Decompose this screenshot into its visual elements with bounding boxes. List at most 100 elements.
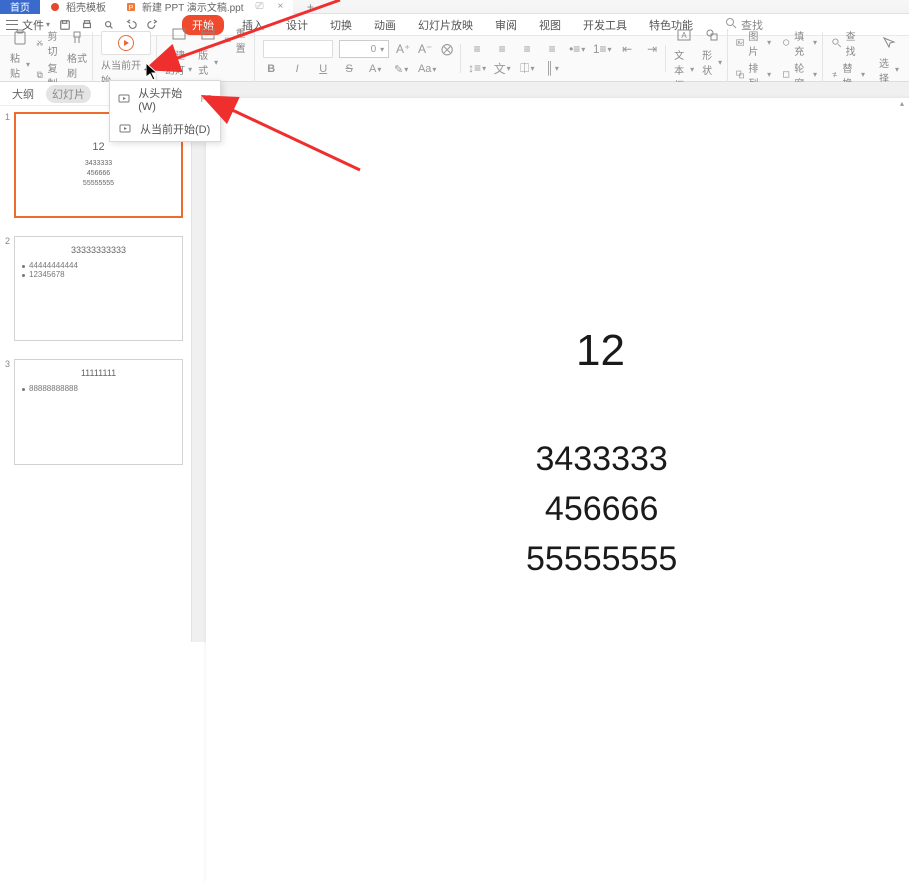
underline-icon[interactable]: U [315, 61, 331, 77]
undo-icon[interactable] [124, 18, 138, 32]
play-from-current[interactable]: 从当前开始(D) [110, 117, 220, 141]
ribbon-body: 粘贴▾ 剪切 复制 格式刷 从当前开始▾ 新建幻灯片▾ [0, 36, 909, 82]
textbox-icon[interactable]: A [674, 25, 694, 45]
group-object: 图片▾ 填充▾ 排列▾ 轮廓▾ [730, 28, 823, 90]
select-icon[interactable] [879, 33, 899, 53]
align-left-icon[interactable]: ≡ [469, 41, 485, 57]
thumb-title: 11111111 [81, 368, 116, 378]
play-from-start-label: 从头开始(W) [138, 85, 192, 113]
find-button[interactable]: 查找 [831, 28, 865, 58]
stage-scrollbar[interactable]: ▴ [897, 98, 907, 638]
thumb-body: 3433333 456666 55555555 [83, 159, 114, 189]
columns-icon[interactable]: ║▾ [544, 60, 560, 76]
group-font: 0▾ A⁺ A⁻ ⨂ B I U S A▾ ✎▾ Aa▾ [257, 40, 461, 77]
font-grow-icon[interactable]: A⁺ [395, 41, 411, 57]
strike-icon[interactable]: S [341, 61, 357, 77]
tab-document[interactable]: P 新建 PPT 演示文稿.ppt ⎚ × [116, 0, 293, 14]
play-from-start-shortcut: F5 [200, 94, 212, 105]
ribbon-tab-dev[interactable]: 开发工具 [579, 15, 631, 35]
ribbon-tab-animation[interactable]: 动画 [370, 15, 400, 35]
paste-label: 粘贴▾ [10, 50, 30, 80]
change-case-icon[interactable]: Aa▾ [419, 61, 435, 77]
shapes-icon[interactable] [702, 25, 722, 45]
play-dropdown-menu: 从头开始(W) F5 从当前开始(D) [109, 80, 221, 142]
svg-text:P: P [129, 5, 134, 12]
align-text-icon[interactable]: ⎅▾ [519, 60, 535, 76]
ribbon-tab-design[interactable]: 设计 [282, 15, 312, 35]
font-shrink-icon[interactable]: A⁻ [417, 41, 433, 57]
group-clipboard: 粘贴▾ 剪切 复制 格式刷 [4, 28, 93, 90]
text-direction-icon[interactable]: 文▾ [494, 60, 510, 76]
thumb-body: 88888888888 [15, 384, 182, 393]
section-button[interactable]: 重置 [224, 25, 249, 55]
bullets-icon[interactable]: •≡▾ [569, 41, 585, 57]
ribbon-tab-view[interactable]: 视图 [535, 15, 565, 35]
layout-label: 版式▾ [198, 47, 218, 77]
group-find: 查找 替换▾ [825, 28, 871, 90]
thumb-number: 2 [2, 236, 10, 342]
tab-document-label: 新建 PPT 演示文稿.ppt [142, 0, 244, 14]
outline-tab-outline[interactable]: 大纲 [6, 85, 40, 103]
align-justify-icon[interactable]: ≡ [544, 41, 560, 57]
ribbon-tabs: 开始 插入 设计 切换 动画 幻灯片放映 审阅 视图 开发工具 特色功能 [182, 15, 697, 35]
add-tab-button[interactable]: + [305, 2, 315, 12]
play-from-start[interactable]: 从头开始(W) F5 [110, 81, 220, 117]
redo-icon[interactable] [146, 18, 160, 32]
line-spacing-icon[interactable]: ↕≡▾ [469, 60, 485, 76]
outline-tab-thumbs[interactable]: 幻灯片 [46, 85, 91, 103]
slide-body[interactable]: 3433333 456666 55555555 [526, 434, 677, 584]
italic-icon[interactable]: I [289, 61, 305, 77]
thumb-body: 44444444444 12345678 [15, 261, 182, 279]
thumb-number: 3 [2, 359, 10, 465]
thumb-slide-3[interactable]: 11111111 88888888888 [14, 359, 183, 465]
ribbon-tab-slideshow[interactable]: 幻灯片放映 [414, 15, 477, 35]
bold-icon[interactable]: B [263, 61, 279, 77]
indent-dec-icon[interactable]: ⇤ [619, 41, 635, 57]
ribbon-tab-transition[interactable]: 切换 [326, 15, 356, 35]
clear-formatting-icon[interactable]: ⨂ [439, 41, 455, 57]
duke-icon [50, 2, 60, 12]
indent-inc-icon[interactable]: ⇥ [644, 41, 660, 57]
tab-home[interactable]: 首页 [0, 0, 40, 14]
layout-icon[interactable] [198, 25, 218, 45]
ribbon-tab-review[interactable]: 审阅 [491, 15, 521, 35]
play-button[interactable] [101, 31, 151, 55]
picture-button[interactable]: 图片▾ 填充▾ [736, 28, 817, 58]
outline-panel: 大纲 幻灯片 1 12 3433333 456666 55555555 2 [0, 82, 192, 642]
align-center-icon[interactable]: ≡ [494, 41, 510, 57]
scroll-up-icon[interactable]: ▴ [897, 98, 907, 108]
ppt-orange-icon: P [126, 2, 136, 12]
thumb-slot: 2 33333333333 44444444444 12345678 [2, 236, 183, 342]
preview-icon[interactable] [102, 18, 116, 32]
monitor-play-icon [118, 92, 130, 106]
slide-stage[interactable]: 12 3433333 456666 55555555 ▴ [192, 82, 909, 642]
font-size-combo[interactable]: 0▾ [339, 40, 389, 58]
window-tab-strip: 首页 稻壳模板 P 新建 PPT 演示文稿.ppt ⎚ × + [0, 0, 909, 14]
align-right-icon[interactable]: ≡ [519, 41, 535, 57]
tab-template[interactable]: 稻壳模板 [40, 0, 116, 14]
group-play: 从当前开始▾ [95, 31, 157, 87]
paste-icon[interactable] [10, 28, 30, 48]
thumb-slot: 3 11111111 88888888888 [2, 359, 183, 465]
highlight-icon[interactable]: ✎▾ [393, 61, 409, 77]
tab-home-label: 首页 [10, 0, 30, 14]
thumb-title: 12 [92, 141, 104, 153]
thumbnail-list[interactable]: 1 12 3433333 456666 55555555 2 333333333… [0, 106, 191, 642]
newslide-icon[interactable] [169, 25, 189, 45]
font-color-icon[interactable]: A▾ [367, 61, 383, 77]
group-paragraph: ≡ ≡ ≡ ≡ •≡▾ 1≡▾ ⇤ ⇥ ↕≡▾ 文▾ ⎅▾ ║▾ [463, 41, 666, 76]
play-from-current-label: 从当前开始(D) [140, 121, 210, 137]
formatbrush-icon[interactable] [67, 28, 87, 48]
formatbrush-label: 格式刷 [67, 50, 87, 80]
svg-text:A: A [682, 31, 688, 40]
current-slide[interactable]: 12 3433333 456666 55555555 [206, 98, 909, 882]
thumb-slide-2[interactable]: 33333333333 44444444444 12345678 [14, 236, 183, 342]
slide-title[interactable]: 12 [576, 326, 625, 376]
numbering-icon[interactable]: 1≡▾ [594, 41, 610, 57]
group-select: 选择▾ [873, 33, 905, 85]
cut-button[interactable]: 剪切 [36, 28, 61, 58]
close-icon[interactable]: × [278, 1, 284, 12]
shapes-label: 形状▾ [702, 47, 722, 77]
font-family-combo[interactable] [263, 40, 333, 58]
select-label: 选择▾ [879, 55, 899, 85]
